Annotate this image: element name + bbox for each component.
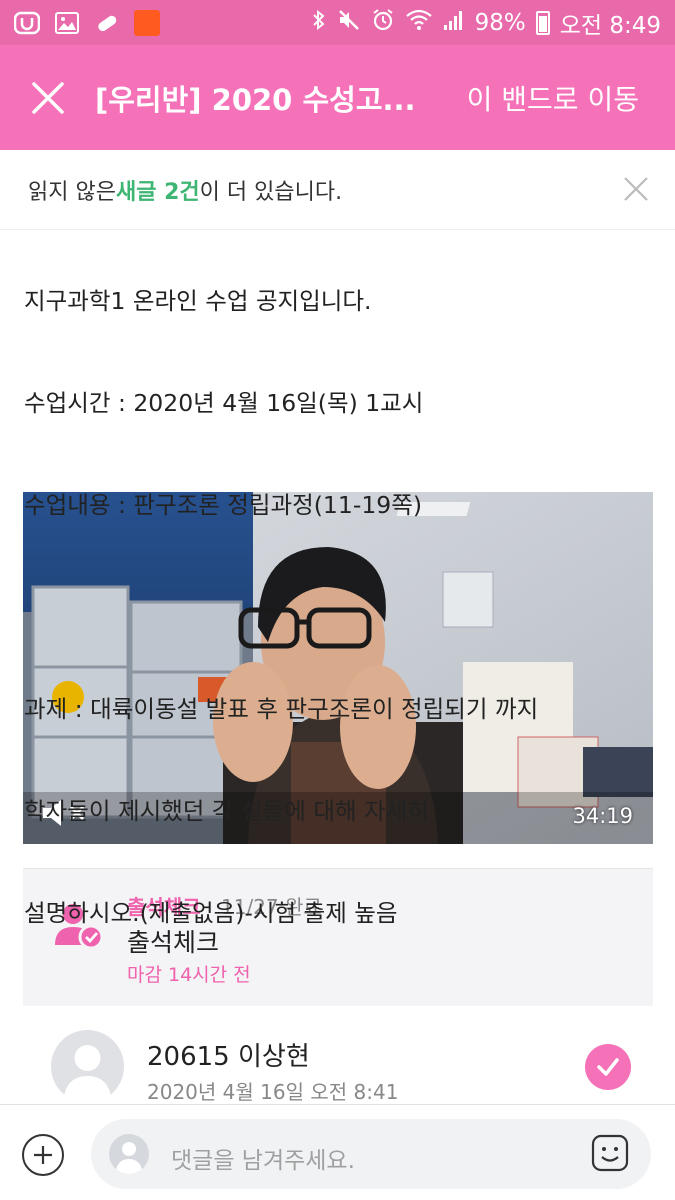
post-line: 지구과학1 온라인 수업 공지입니다. (24, 287, 372, 315)
add-attachment-button[interactable] (22, 1134, 64, 1176)
comment-input[interactable]: 댓글을 남겨주세요. (91, 1119, 651, 1189)
attendance-checked-badge (585, 1044, 631, 1090)
post-body: 지구과학1 온라인 수업 공지입니다. 수업시간 : 2020년 4월 16일(… (24, 216, 654, 964)
post-line (24, 590, 654, 624)
notice-close-icon[interactable] (623, 176, 649, 202)
alarm-icon (371, 8, 395, 38)
close-button[interactable] (0, 45, 95, 150)
my-avatar (109, 1134, 149, 1174)
wifi-icon (405, 9, 433, 37)
close-icon (31, 81, 64, 114)
post-line: 설명하시오.(제출없음)-시험 출제 높음 (24, 899, 398, 927)
plus-icon (34, 1146, 52, 1164)
notice-suffix: 이 더 있습니다. (199, 179, 343, 205)
signal-icon (443, 9, 465, 37)
comment-author[interactable]: 20615 이상현 (147, 1036, 310, 1073)
notice-highlight: 새글 2건 (115, 179, 200, 205)
notice-prefix: 읽지 않은 (28, 179, 116, 205)
bluetooth-icon (311, 8, 327, 38)
clock: 오전 8:49 (559, 12, 661, 39)
default-profile-icon (115, 1142, 143, 1174)
attendance-deadline: 마감 14시간 전 (127, 964, 251, 986)
post-line: 과제 : 대륙이동설 발표 후 판구조론이 정립되기 까지 (24, 695, 539, 723)
comment-timestamp: 2020년 4월 16일 오전 8:41 (147, 1080, 399, 1104)
battery-percent: 98% (474, 9, 526, 36)
band-title: [우리반] 2020 수성고... (95, 82, 416, 117)
status-bar: 98% 오전 8:49 (0, 0, 675, 45)
app-badge-icon (134, 9, 160, 36)
unread-notice[interactable]: 읽지 않은 새글 2건 이 더 있습니다. (0, 150, 675, 230)
emoji-icon[interactable] (591, 1134, 629, 1172)
mute-icon (337, 8, 361, 38)
avatar[interactable] (51, 1030, 124, 1103)
comment-placeholder: 댓글을 남겨주세요. (171, 1148, 355, 1174)
pill-icon (94, 11, 120, 35)
post-line: 수업내용 : 판구조론 정립과정(11-19쪽) (24, 491, 423, 519)
move-to-band-button[interactable]: 이 밴드로 이동 (467, 78, 675, 118)
default-profile-icon (63, 1045, 112, 1103)
gallery-icon (54, 11, 80, 35)
post-line: 수업시간 : 2020년 4월 16일(목) 1교시 (24, 389, 424, 417)
comment-bar: 댓글을 남겨주세요. (0, 1104, 675, 1200)
app-bar: [우리반] 2020 수성고... 이 밴드로 이동 (0, 45, 675, 150)
checkmark-icon (597, 1058, 619, 1076)
post-line: 학자들이 제시했던 각 설들에 대해 자세히 (24, 797, 429, 825)
app-notification-icon (14, 11, 40, 35)
battery-icon (535, 10, 550, 35)
